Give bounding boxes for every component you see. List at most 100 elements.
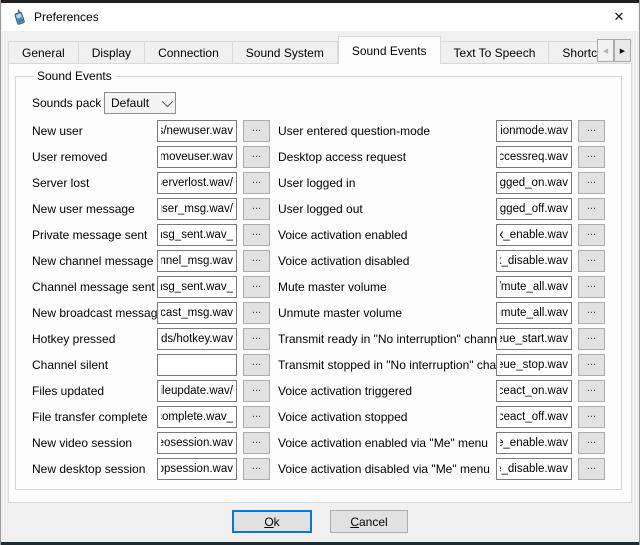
tab-scroll-left-icon[interactable]: ◀ [597, 39, 614, 62]
sound-event-label: Hotkey pressed [32, 332, 157, 346]
sound-event-row: Server lost... [32, 172, 270, 194]
sound-events-column-left: New user...User removed...Server lost...… [32, 120, 270, 484]
sound-file-input[interactable] [157, 380, 237, 402]
sound-event-row: Hotkey pressed... [32, 328, 270, 350]
sounds-pack-row: Sounds pack Default [32, 92, 613, 114]
browse-button[interactable]: ... [578, 172, 605, 194]
tab-general[interactable]: General [8, 41, 79, 64]
tab-bar: General Display Connection Sound System Soun… [8, 33, 632, 64]
browse-button[interactable]: ... [243, 276, 270, 298]
sound-file-input[interactable] [157, 146, 237, 168]
browse-button[interactable]: ... [243, 302, 270, 324]
sound-file-input[interactable] [157, 198, 237, 220]
tab-label: General [22, 46, 65, 60]
sound-file-input[interactable] [496, 302, 572, 324]
tab-sound-system[interactable]: Sound System [233, 41, 338, 64]
app-icon [11, 9, 27, 25]
sound-file-input[interactable] [157, 406, 237, 428]
sound-event-label: Voice activation enabled via "Me" menu [278, 436, 496, 450]
browse-button[interactable]: ... [243, 380, 270, 402]
sound-file-input[interactable] [157, 458, 237, 480]
cancel-button[interactable]: Cancel [330, 510, 408, 533]
browse-button[interactable]: ... [243, 458, 270, 480]
browse-button[interactable]: ... [243, 146, 270, 168]
sound-file-input[interactable] [496, 146, 572, 168]
sound-file-input[interactable] [496, 406, 572, 428]
sound-event-label: User logged out [278, 202, 496, 216]
sound-event-row: New user message... [32, 198, 270, 220]
ok-button[interactable]: Ok [232, 510, 312, 533]
sound-event-row: Transmit ready in "No interruption" chan… [278, 328, 605, 350]
browse-button[interactable]: ... [578, 250, 605, 272]
browse-button[interactable]: ... [578, 198, 605, 220]
browse-button[interactable]: ... [243, 120, 270, 142]
sound-file-input[interactable] [496, 120, 572, 142]
sound-event-label: Voice activation triggered [278, 384, 496, 398]
sound-file-input[interactable] [157, 172, 237, 194]
sound-file-input[interactable] [496, 224, 572, 246]
sound-event-row: New channel message... [32, 250, 270, 272]
browse-button[interactable]: ... [578, 224, 605, 246]
browse-button[interactable]: ... [578, 354, 605, 376]
sound-file-input[interactable] [157, 224, 237, 246]
sound-file-input[interactable] [157, 120, 237, 142]
tab-text-to-speech[interactable]: Text To Speech [441, 41, 550, 64]
sound-event-row: User removed... [32, 146, 270, 168]
sound-event-label: User logged in [278, 176, 496, 190]
sound-file-input[interactable] [157, 354, 237, 376]
sound-event-label: Transmit stopped in "No interruption" ch… [278, 358, 496, 372]
tab-label: Sound System [246, 46, 324, 60]
tab-display[interactable]: Display [79, 41, 145, 64]
browse-button[interactable]: ... [243, 250, 270, 272]
browse-button[interactable]: ... [578, 276, 605, 298]
sound-file-input[interactable] [157, 276, 237, 298]
sound-event-label: New video session [32, 436, 157, 450]
browse-button[interactable]: ... [243, 198, 270, 220]
browse-button[interactable]: ... [578, 406, 605, 428]
tab-sound-events[interactable]: Sound Events [338, 36, 441, 64]
sound-file-input[interactable] [157, 302, 237, 324]
browse-button[interactable]: ... [243, 354, 270, 376]
sound-file-input[interactable] [496, 354, 572, 376]
sound-file-input[interactable] [496, 328, 572, 350]
sound-event-row: Desktop access request... [278, 146, 605, 168]
browse-button[interactable]: ... [578, 432, 605, 454]
browse-button[interactable]: ... [578, 458, 605, 480]
sound-events-groupbox: Sound Events Sounds pack Default New use… [15, 69, 622, 490]
browse-button[interactable]: ... [243, 172, 270, 194]
sound-event-label: Unmute master volume [278, 306, 496, 320]
sound-file-input[interactable] [496, 432, 572, 454]
sound-file-input[interactable] [496, 250, 572, 272]
tab-scroll-right-icon[interactable]: ▶ [614, 39, 631, 62]
browse-button[interactable]: ... [243, 224, 270, 246]
sound-event-label: Transmit ready in "No interruption" chan… [278, 332, 496, 346]
close-icon[interactable]: ✕ [600, 3, 638, 31]
sound-file-input[interactable] [157, 432, 237, 454]
browse-button[interactable]: ... [243, 432, 270, 454]
tab-connection[interactable]: Connection [145, 41, 233, 64]
sound-event-row: Mute master volume... [278, 276, 605, 298]
sound-file-input[interactable] [496, 276, 572, 298]
sound-event-label: Voice activation disabled via "Me" menu [278, 462, 496, 476]
titlebar[interactable]: Preferences ✕ [2, 3, 638, 31]
sound-file-input[interactable] [496, 172, 572, 194]
browse-button[interactable]: ... [578, 146, 605, 168]
browse-button[interactable]: ... [578, 120, 605, 142]
sound-file-input[interactable] [157, 328, 237, 350]
sound-event-label: New channel message [32, 254, 157, 268]
screen-edge-top [1, 0, 639, 3]
browse-button[interactable]: ... [243, 406, 270, 428]
browse-button[interactable]: ... [578, 380, 605, 402]
browse-button[interactable]: ... [243, 328, 270, 350]
sound-event-row: New broadcast message... [32, 302, 270, 324]
browse-button[interactable]: ... [578, 302, 605, 324]
sound-file-input[interactable] [496, 380, 572, 402]
sound-file-input[interactable] [157, 250, 237, 272]
sound-file-input[interactable] [496, 198, 572, 220]
tab-label: Connection [158, 46, 219, 60]
sound-event-row: New video session... [32, 432, 270, 454]
sound-event-label: Voice activation disabled [278, 254, 496, 268]
browse-button[interactable]: ... [578, 328, 605, 350]
sound-file-input[interactable] [496, 458, 572, 480]
sounds-pack-select[interactable]: Default [104, 92, 176, 114]
